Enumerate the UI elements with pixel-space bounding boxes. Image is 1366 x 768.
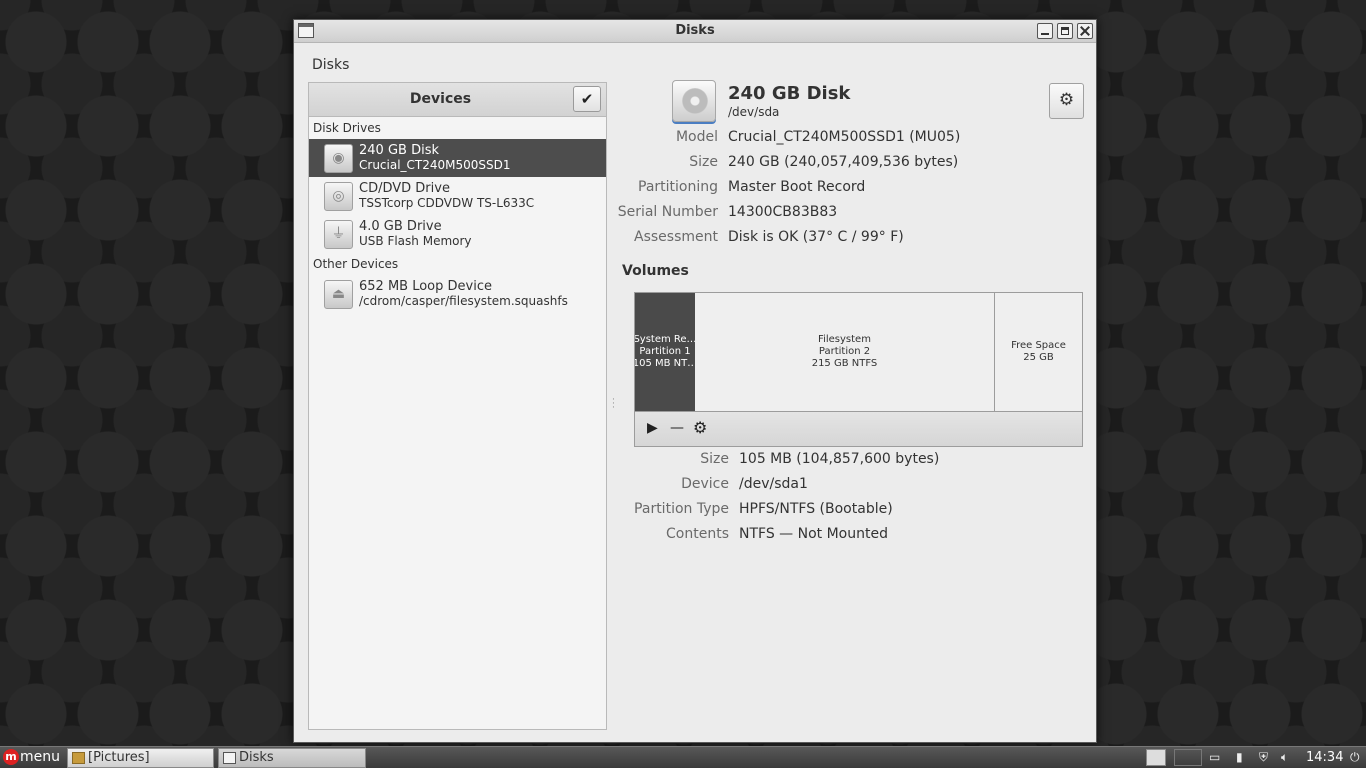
volumes-heading: Volumes <box>622 263 689 279</box>
group-label-other-devices: Other Devices <box>313 257 399 271</box>
vol-prop-device: Device /dev/sda1 <box>294 476 808 496</box>
volume-label: 105 MB NT… <box>635 358 695 369</box>
prop-key: Size <box>700 451 729 467</box>
volume-icon[interactable]: 🔈︎ <box>1281 750 1288 766</box>
prop-value: NTFS — Not Mounted <box>739 526 888 542</box>
volume-label: Free Space <box>1011 340 1066 351</box>
volume-label: System Re… <box>635 334 695 345</box>
prop-key: Contents <box>666 526 729 542</box>
minimize-button[interactable] <box>1037 23 1053 39</box>
disk-prop-serial: Serial Number 14300CB83B83 <box>294 204 837 224</box>
taskbar: m menu [Pictures] Disks ▭ ▮ ⛨ 🔈︎ 14:34 ⏻ <box>0 746 1366 768</box>
prop-value: 240 GB (240,057,409,536 bytes) <box>728 154 959 170</box>
header-label: Disks <box>312 57 350 73</box>
volume-toolbar: ▶ — ⚙ <box>634 411 1083 447</box>
prop-value: 14300CB83B83 <box>728 204 838 220</box>
drive-options-button[interactable]: ⚙ <box>1049 83 1084 119</box>
gear-icon[interactable]: ⚙ <box>693 418 707 437</box>
prop-value: Crucial_CT240M500SSD1 (MU05) <box>728 129 961 145</box>
prop-key: Serial Number <box>617 204 718 220</box>
task-pictures[interactable]: [Pictures] <box>67 748 214 768</box>
volume-label: Partition 2 <box>818 346 871 357</box>
delete-partition-icon[interactable]: — <box>670 420 684 436</box>
prop-key: Size <box>689 154 718 170</box>
workspace-2-icon[interactable] <box>1174 749 1202 766</box>
close-button[interactable] <box>1077 23 1093 39</box>
prop-value: HPFS/NTFS (Bootable) <box>739 501 893 517</box>
start-menu-button[interactable]: m menu <box>0 747 64 768</box>
sidebar-title: Devices <box>409 91 472 107</box>
disk-path: /dev/sda <box>728 105 780 119</box>
task-disks[interactable]: Disks <box>218 748 366 768</box>
menu-label: menu <box>20 749 60 765</box>
disk-prop-assessment: Assessment Disk is OK (37° C / 99° F) <box>294 229 904 249</box>
power-icon[interactable]: ⏻ <box>1350 750 1360 766</box>
prop-key: Device <box>681 476 729 492</box>
prop-value: /dev/sda1 <box>739 476 808 492</box>
volume-free-space[interactable]: Free Space 25 GB <box>995 293 1082 411</box>
eject-icon: ⏏ <box>324 280 353 309</box>
vol-prop-partition-type: Partition Type HPFS/NTFS (Bootable) <box>294 501 893 521</box>
volume-label: 215 GB NTFS <box>811 358 878 369</box>
sidebar-header: Devices ✔ <box>309 83 606 117</box>
workspace-1-icon[interactable] <box>1146 749 1166 766</box>
folder-icon <box>72 752 85 764</box>
volume-map: System Re… Partition 1 105 MB NT… Filesy… <box>634 292 1083 412</box>
prop-key: Assessment <box>634 229 718 245</box>
prop-value: Disk is OK (37° C / 99° F) <box>728 229 904 245</box>
mint-logo-icon: m <box>3 749 19 765</box>
device-name: 652 MB Loop Device <box>359 279 492 294</box>
vol-prop-size: Size 105 MB (104,857,600 bytes) <box>294 451 939 471</box>
disks-app-icon <box>223 752 236 764</box>
volume-partition-2[interactable]: Filesystem Partition 2 215 GB NTFS <box>695 293 995 411</box>
title-bar[interactable]: Disks <box>294 20 1096 43</box>
volume-label: Partition 1 <box>639 346 691 357</box>
network-signal-icon[interactable]: ▮ <box>1236 750 1243 766</box>
maximize-button[interactable] <box>1057 23 1073 39</box>
volume-partition-1[interactable]: System Re… Partition 1 105 MB NT… <box>635 293 695 411</box>
disk-title: 240 GB Disk <box>728 83 851 104</box>
mount-play-icon[interactable]: ▶ <box>647 420 658 436</box>
prop-key: Model <box>675 129 718 145</box>
disks-window: Disks Disks Devices ✔ Disk Drives ◉ 240 … <box>293 19 1097 743</box>
device-item-loop-device[interactable]: ⏏ 652 MB Loop Device /cdrom/casper/files… <box>309 275 606 313</box>
volume-label: Filesystem <box>818 334 871 345</box>
disk-prop-partitioning: Partitioning Master Boot Record <box>294 179 865 199</box>
prop-key: Partition Type <box>634 501 729 517</box>
task-label: Disks <box>239 750 274 765</box>
task-label: [Pictures] <box>88 750 150 765</box>
device-subtitle: /cdrom/casper/filesystem.squashfs <box>359 294 568 308</box>
harddisk-icon <box>672 80 716 122</box>
disk-prop-model: Model Crucial_CT240M500SSD1 (MU05) <box>294 129 960 149</box>
clock[interactable]: 14:34 <box>1306 750 1343 765</box>
select-mode-button[interactable]: ✔ <box>573 86 601 112</box>
disk-prop-size: Size 240 GB (240,057,409,536 bytes) <box>294 154 958 174</box>
prop-key: Partitioning <box>638 179 718 195</box>
prop-value: 105 MB (104,857,600 bytes) <box>739 451 940 467</box>
shield-icon[interactable]: ⛨ <box>1259 750 1268 766</box>
prop-value: Master Boot Record <box>728 179 866 195</box>
vol-prop-contents: Contents NTFS — Not Mounted <box>294 526 888 546</box>
volume-label: 25 GB <box>1023 352 1054 363</box>
display-icon[interactable]: ▭ <box>1209 750 1220 766</box>
window-title: Disks <box>675 23 715 38</box>
pane-resize-handle[interactable]: · · · <box>612 396 616 413</box>
gear-icon: ⚙ <box>1058 90 1075 110</box>
checkmark-icon: ✔ <box>580 90 594 108</box>
